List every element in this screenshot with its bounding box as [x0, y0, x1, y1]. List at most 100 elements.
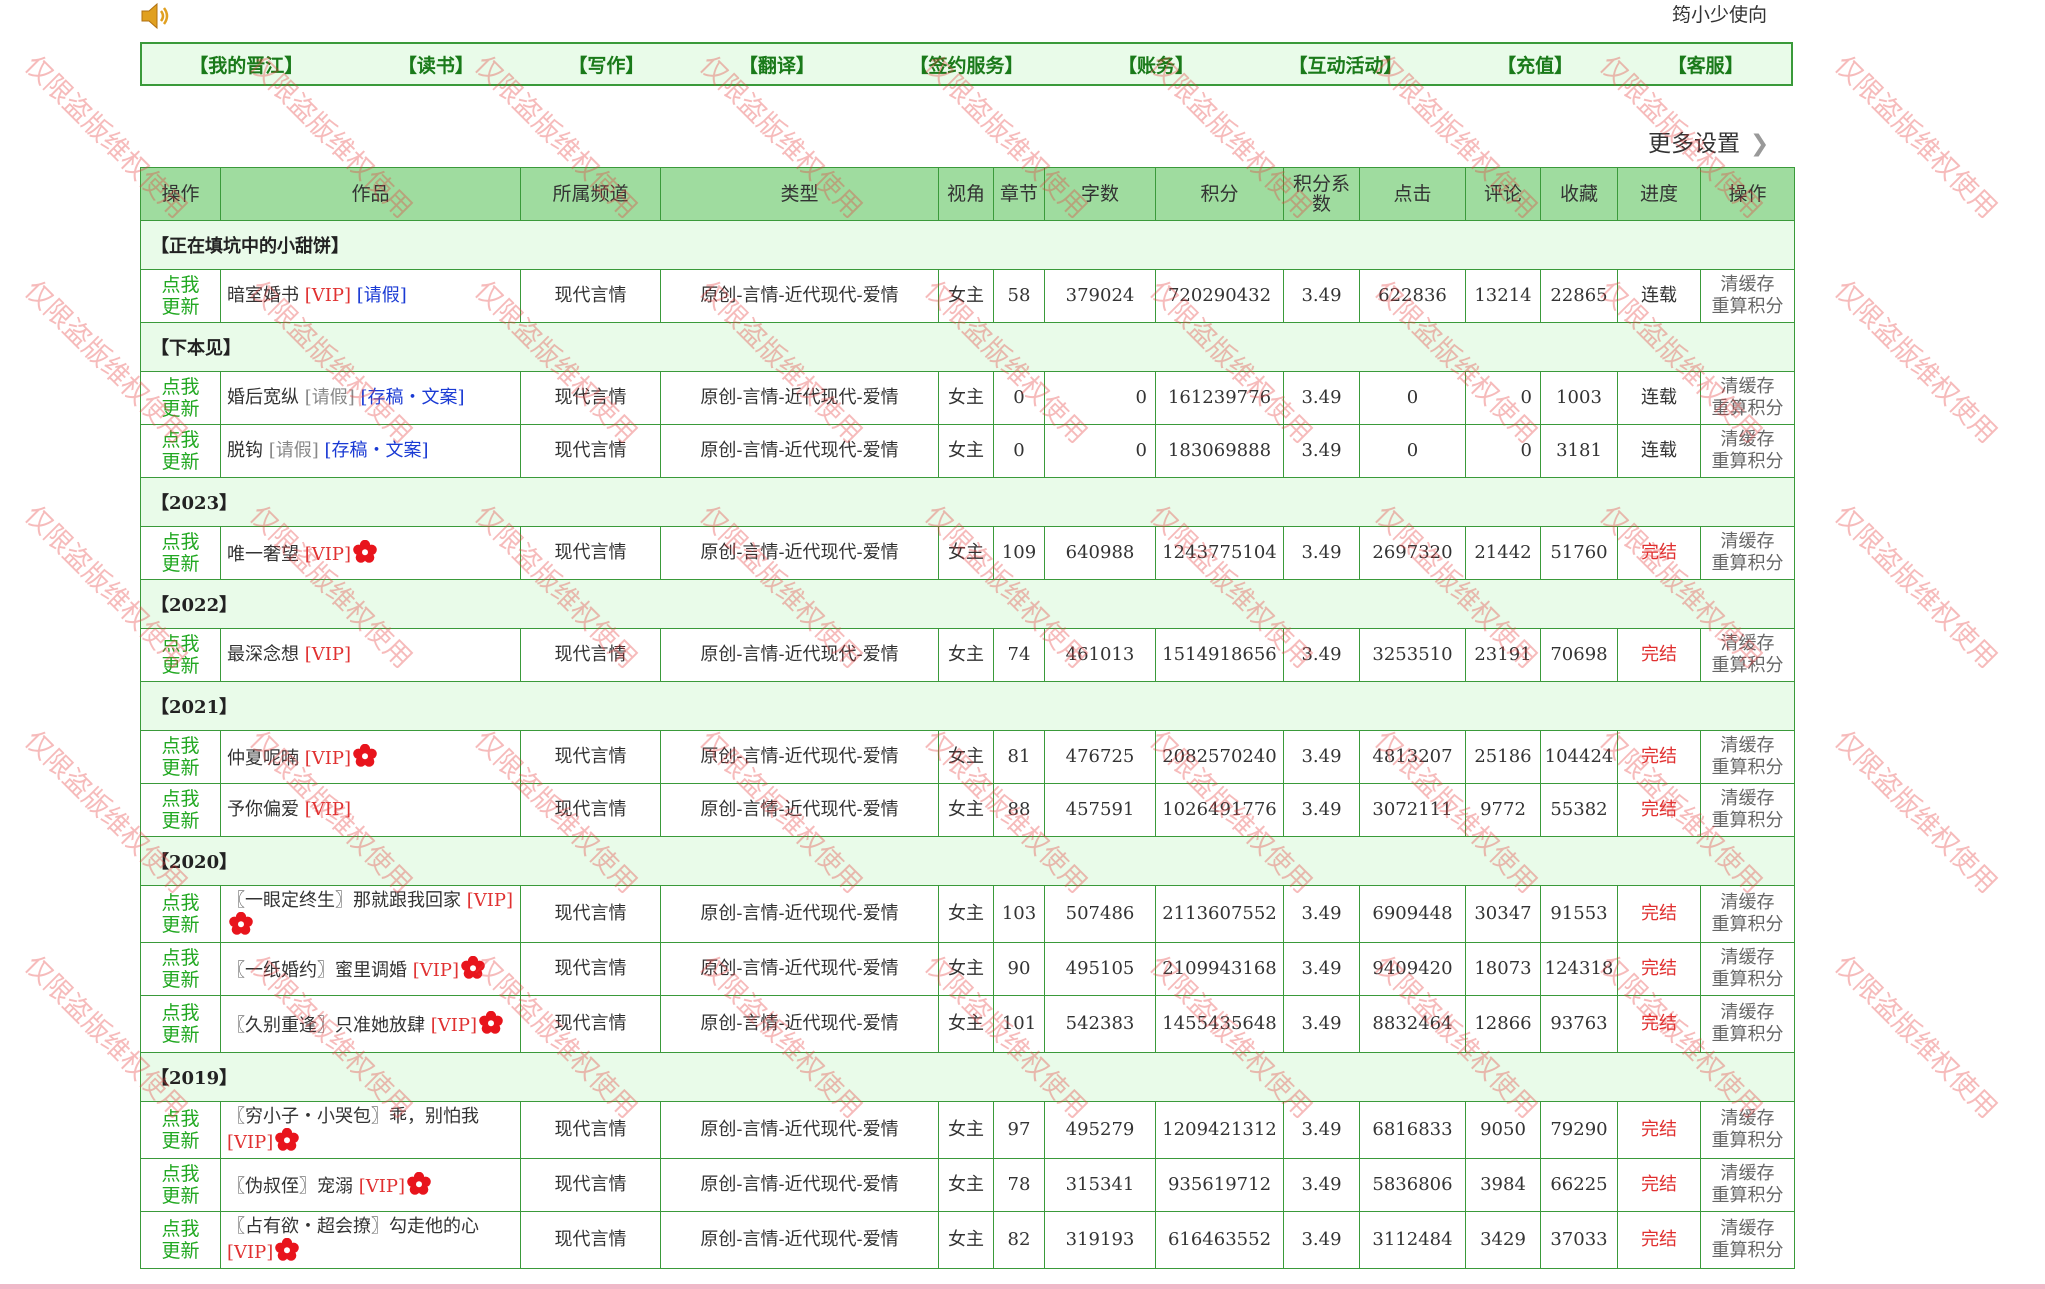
update-label[interactable]: 点我: [161, 376, 199, 398]
update-button[interactable]: 点我 更新: [140, 628, 221, 682]
work-title-link[interactable]: 〖久别重逢〗只准她放肆: [227, 1015, 425, 1036]
clear-cache-button[interactable]: 清缓存 重算积分: [1700, 885, 1795, 943]
update-button[interactable]: 点我 更新: [140, 526, 221, 580]
clear-cache-button[interactable]: 清缓存 重算积分: [1700, 269, 1795, 323]
tag-vip[interactable]: [VIP]: [407, 960, 459, 981]
clear-cache-label[interactable]: 清缓存: [1721, 274, 1775, 295]
update-label[interactable]: 点我: [161, 1218, 199, 1240]
clear-cache-button[interactable]: 清缓存 重算积分: [1700, 424, 1795, 478]
work-title-link[interactable]: 仲夏呢喃: [227, 748, 299, 769]
clear-cache-label[interactable]: 重算积分: [1712, 655, 1784, 676]
update-button[interactable]: 点我 更新: [140, 424, 221, 478]
update-label[interactable]: 点我: [161, 1108, 199, 1130]
clear-cache-button[interactable]: 清缓存 重算积分: [1700, 1211, 1795, 1269]
more-settings-label[interactable]: 更多设置: [1648, 131, 1740, 157]
clear-cache-label[interactable]: 清缓存: [1721, 892, 1775, 913]
clear-cache-button[interactable]: 清缓存 重算积分: [1700, 942, 1795, 996]
update-button[interactable]: 点我 更新: [140, 1101, 221, 1159]
update-button[interactable]: 点我 更新: [140, 942, 221, 996]
tag-vip[interactable]: [VIP]: [461, 890, 513, 911]
update-label[interactable]: 更新: [161, 655, 199, 677]
clear-cache-button[interactable]: 清缓存 重算积分: [1700, 995, 1795, 1053]
work-title-link[interactable]: 〖伪叔侄〗宠溺: [227, 1176, 353, 1197]
clear-cache-label[interactable]: 清缓存: [1721, 788, 1775, 809]
clear-cache-button[interactable]: 清缓存 重算积分: [1700, 783, 1795, 837]
update-label[interactable]: 更新: [161, 296, 199, 318]
update-label[interactable]: 点我: [161, 429, 199, 451]
speaker-icon[interactable]: [140, 2, 174, 30]
clear-cache-label[interactable]: 重算积分: [1712, 969, 1784, 990]
clear-cache-button[interactable]: 清缓存 重算积分: [1700, 526, 1795, 580]
tag-vip[interactable]: [VIP]: [299, 644, 351, 665]
nav-item-8[interactable]: 【客服】: [1668, 51, 1744, 78]
tag-vip[interactable]: [VIP]: [299, 799, 351, 820]
update-label[interactable]: 点我: [161, 531, 199, 553]
update-button[interactable]: 点我 更新: [140, 783, 221, 837]
nav-item-7[interactable]: 【充值】: [1497, 51, 1573, 78]
work-title-link[interactable]: 唯一奢望: [227, 544, 299, 565]
update-label[interactable]: 更新: [161, 969, 199, 991]
update-label[interactable]: 更新: [161, 553, 199, 575]
nav-item-0[interactable]: 【我的晋江】: [189, 51, 303, 78]
clear-cache-label[interactable]: 重算积分: [1712, 757, 1784, 778]
work-title-link[interactable]: 婚后宽纵: [227, 387, 299, 408]
update-button[interactable]: 点我 更新: [140, 1158, 221, 1212]
clear-cache-label[interactable]: 清缓存: [1721, 1218, 1775, 1239]
nav-item-3[interactable]: 【翻译】: [739, 51, 815, 78]
update-label[interactable]: 更新: [161, 757, 199, 779]
update-button[interactable]: 点我 更新: [140, 885, 221, 943]
clear-cache-label[interactable]: 清缓存: [1721, 531, 1775, 552]
tag-vip[interactable]: [VIP]: [353, 1176, 405, 1197]
update-label[interactable]: 点我: [161, 735, 199, 757]
clear-cache-label[interactable]: 清缓存: [1721, 1002, 1775, 1023]
update-label[interactable]: 更新: [161, 451, 199, 473]
update-label[interactable]: 更新: [161, 1185, 199, 1207]
update-button[interactable]: 点我 更新: [140, 1211, 221, 1269]
clear-cache-label[interactable]: 清缓存: [1721, 1108, 1775, 1129]
update-label[interactable]: 更新: [161, 1240, 199, 1262]
update-label[interactable]: 更新: [161, 914, 199, 936]
clear-cache-label[interactable]: 重算积分: [1712, 914, 1784, 935]
clear-cache-label[interactable]: 清缓存: [1721, 633, 1775, 654]
nav-item-4[interactable]: 【签约服务】: [909, 51, 1023, 78]
clear-cache-label[interactable]: 清缓存: [1721, 947, 1775, 968]
clear-cache-label[interactable]: 重算积分: [1712, 1185, 1784, 1206]
update-label[interactable]: 更新: [161, 1024, 199, 1046]
nav-item-1[interactable]: 【读书】: [398, 51, 474, 78]
tag-draft[interactable]: [存稿・文案]: [355, 387, 465, 408]
update-label[interactable]: 点我: [161, 1163, 199, 1185]
update-label[interactable]: 点我: [161, 1002, 199, 1024]
work-title-link[interactable]: 暗室婚书: [227, 285, 299, 306]
tag-vip[interactable]: [VIP]: [227, 1242, 273, 1263]
work-title-link[interactable]: 脱钩: [227, 440, 263, 461]
work-title-link[interactable]: 最深念想: [227, 644, 299, 665]
update-button[interactable]: 点我 更新: [140, 995, 221, 1053]
nav-item-2[interactable]: 【写作】: [568, 51, 644, 78]
clear-cache-label[interactable]: 清缓存: [1721, 1163, 1775, 1184]
more-settings-link[interactable]: 更多设置 ❯: [1648, 124, 1769, 158]
clear-cache-button[interactable]: 清缓存 重算积分: [1700, 628, 1795, 682]
tag-vip[interactable]: [VIP]: [299, 285, 351, 306]
tag-vip[interactable]: [VIP]: [227, 1132, 273, 1153]
work-title-link[interactable]: 〖占有欲・超会撩〗勾走他的心: [227, 1216, 479, 1237]
clear-cache-label[interactable]: 重算积分: [1712, 810, 1784, 831]
clear-cache-button[interactable]: 清缓存 重算积分: [1700, 371, 1795, 425]
clear-cache-label[interactable]: 重算积分: [1712, 1130, 1784, 1151]
clear-cache-label[interactable]: 清缓存: [1721, 429, 1775, 450]
update-label[interactable]: 更新: [161, 398, 199, 420]
update-label[interactable]: 更新: [161, 810, 199, 832]
nav-item-5[interactable]: 【账务】: [1118, 51, 1194, 78]
work-title-link[interactable]: 〖穷小子・小哭包〗乖，别怕我: [227, 1106, 479, 1127]
clear-cache-label[interactable]: 重算积分: [1712, 398, 1784, 419]
clear-cache-label[interactable]: 重算积分: [1712, 1240, 1784, 1261]
update-label[interactable]: 点我: [161, 788, 199, 810]
clear-cache-button[interactable]: 清缓存 重算积分: [1700, 730, 1795, 784]
tag-vip[interactable]: [VIP]: [425, 1015, 477, 1036]
tag-blue[interactable]: [请假]: [351, 285, 407, 306]
clear-cache-label[interactable]: 清缓存: [1721, 735, 1775, 756]
update-label[interactable]: 点我: [161, 892, 199, 914]
update-label[interactable]: 更新: [161, 1130, 199, 1152]
tag-vip[interactable]: [VIP]: [299, 748, 351, 769]
tag-draft[interactable]: [存稿・文案]: [319, 440, 429, 461]
tag-vip[interactable]: [VIP]: [299, 544, 351, 565]
